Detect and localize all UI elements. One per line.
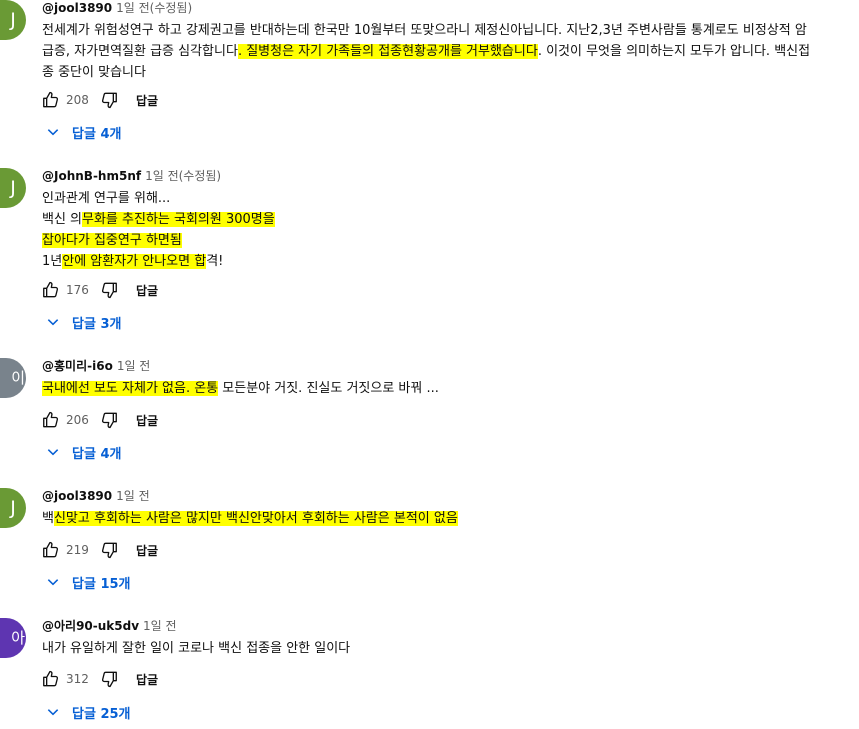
comment-header: @jool3890 1일 전 bbox=[42, 488, 852, 504]
like-icon[interactable] bbox=[40, 540, 60, 560]
dislike-icon[interactable] bbox=[100, 280, 120, 300]
chevron-down-icon bbox=[46, 445, 60, 459]
highlighted-text: 잡아다가 집중연구 하면됨 bbox=[42, 233, 182, 248]
view-replies-button[interactable]: 답글 3개 bbox=[46, 310, 121, 334]
author-handle[interactable]: @아리90-uk5dv bbox=[42, 619, 139, 633]
replies-count-label: 답글 25개 bbox=[72, 706, 131, 722]
comment-header: @jool3890 1일 전(수정됨) bbox=[42, 0, 852, 16]
comment-timestamp[interactable]: 1일 전 bbox=[143, 619, 177, 633]
text-segment: 급증, 자가면역질환 급증 심각합니다 bbox=[42, 44, 238, 59]
comment-text-line: 잡아다가 집중연구 하면됨 bbox=[42, 230, 852, 251]
comment-timestamp[interactable]: 1일 전 bbox=[116, 489, 150, 503]
comment-text-line: 백신맞고 후회하는 사람은 많지만 백신안맞아서 후회하는 사람은 본적이 없음 bbox=[42, 508, 852, 529]
highlighted-text: 안에 암환자가 안나오면 합 bbox=[62, 254, 207, 269]
replies-count-label: 답글 15개 bbox=[72, 576, 131, 592]
like-count: 206 bbox=[66, 413, 89, 427]
view-replies-button[interactable]: 답글 4개 bbox=[46, 440, 121, 464]
dislike-icon[interactable] bbox=[100, 90, 120, 110]
avatar[interactable]: J bbox=[0, 488, 26, 528]
replies-count-label: 답글 4개 bbox=[72, 126, 122, 142]
comment-text-line: 백신 의무화를 추진하는 국회의원 300명을 bbox=[42, 209, 852, 230]
text-segment: 모든분야 거짓. 진실도 거짓으로 바꿔 ... bbox=[218, 381, 439, 396]
highlighted-text: 신맞고 후회하는 사람은 많지만 백신안맞아서 후회하는 사람은 본적이 없음 bbox=[53, 511, 458, 526]
comment-body: @JohnB-hm5nf 1일 전(수정됨) 인과관계 연구를 위해... 백신 의무… bbox=[42, 168, 852, 272]
comment-actions: 176 답글 bbox=[40, 279, 158, 301]
text-segment: . 이것이 무엇을 의미하는지 모두가 압니다. 백신접 bbox=[537, 44, 811, 59]
chevron-down-icon bbox=[46, 125, 60, 139]
like-icon[interactable] bbox=[40, 410, 60, 430]
chevron-down-icon bbox=[46, 575, 60, 589]
replies-count-label: 답글 3개 bbox=[72, 316, 122, 332]
comment-header: @아리90-uk5dv 1일 전 bbox=[42, 618, 852, 634]
text-segment: 전세계가 위험성연구 하고 강제권고를 반대하는데 한국만 10월부터 또맞으라… bbox=[42, 23, 807, 38]
comment-actions: 219 답글 bbox=[40, 539, 158, 561]
comment-text: 내가 유일하게 잘한 일이 코로나 백신 접종을 안한 일이다 bbox=[42, 638, 852, 659]
comment-text-line: 종 중단이 맞습니다 bbox=[42, 62, 852, 83]
comment-text-line: 전세계가 위험성연구 하고 강제권고를 반대하는데 한국만 10월부터 또맞으라… bbox=[42, 20, 852, 41]
like-icon[interactable] bbox=[40, 669, 60, 689]
dislike-icon[interactable] bbox=[100, 669, 120, 689]
comment-timestamp[interactable]: 1일 전(수정됨) bbox=[145, 169, 221, 183]
view-replies-button[interactable]: 답글 4개 bbox=[46, 120, 121, 144]
text-segment: 인과관계 연구를 위해... bbox=[42, 191, 171, 206]
like-count: 312 bbox=[66, 672, 89, 686]
comment-body: @jool3890 1일 전(수정됨) 전세계가 위험성연구 하고 강제권고를 반대… bbox=[42, 0, 852, 83]
author-handle[interactable]: @홍미리-i6o bbox=[42, 359, 113, 373]
author-handle[interactable]: @jool3890 bbox=[42, 489, 112, 503]
chevron-down-icon bbox=[46, 705, 60, 719]
author-handle[interactable]: @JohnB-hm5nf bbox=[42, 169, 141, 183]
reply-button[interactable]: 답글 bbox=[136, 412, 158, 429]
like-count: 219 bbox=[66, 543, 89, 557]
comment-actions: 208 답글 bbox=[40, 89, 158, 111]
chevron-down-icon bbox=[46, 315, 60, 329]
text-segment: 백신 의 bbox=[42, 212, 83, 227]
text-segment: 내가 유일하게 잘한 일이 코로나 백신 접종을 안한 일이다 bbox=[42, 641, 351, 656]
comment-timestamp[interactable]: 1일 전 bbox=[117, 359, 151, 373]
comment-header: @JohnB-hm5nf 1일 전(수정됨) bbox=[42, 168, 852, 184]
text-segment: 격! bbox=[206, 254, 224, 269]
comment-text: 국내에선 보도 자체가 없음. 온통 모든분야 거짓. 진실도 거짓으로 바꿔 … bbox=[42, 378, 852, 399]
comment-actions: 206 답글 bbox=[40, 409, 158, 431]
comment-text-line: 1년안에 암환자가 안나오면 합격! bbox=[42, 251, 852, 272]
like-icon[interactable] bbox=[40, 280, 60, 300]
comment-body: @홍미리-i6o 1일 전국내에선 보도 자체가 없음. 온통 모든분야 거짓. … bbox=[42, 358, 852, 399]
view-replies-button[interactable]: 답글 25개 bbox=[46, 700, 131, 724]
comment-text: 백신맞고 후회하는 사람은 많지만 백신안맞아서 후회하는 사람은 본적이 없음 bbox=[42, 508, 852, 529]
dislike-icon[interactable] bbox=[100, 540, 120, 560]
text-segment: 백 bbox=[42, 511, 54, 526]
avatar[interactable]: J bbox=[0, 168, 26, 208]
avatar[interactable]: J bbox=[0, 0, 26, 40]
comment-header: @홍미리-i6o 1일 전 bbox=[42, 358, 852, 374]
comment-text-line: 국내에선 보도 자체가 없음. 온통 모든분야 거짓. 진실도 거짓으로 바꿔 … bbox=[42, 378, 852, 399]
reply-button[interactable]: 답글 bbox=[136, 282, 158, 299]
like-count: 208 bbox=[66, 93, 89, 107]
highlighted-text: . 질병청은 자기 가족들의 접종현황공개를 거부했습니다 bbox=[237, 44, 538, 59]
comment-body: @jool3890 1일 전백신맞고 후회하는 사람은 많지만 백신안맞아서 후회… bbox=[42, 488, 852, 529]
text-segment: 1년 bbox=[42, 254, 63, 269]
reply-button[interactable]: 답글 bbox=[136, 542, 158, 559]
replies-count-label: 답글 4개 bbox=[72, 446, 122, 462]
like-count: 176 bbox=[66, 283, 89, 297]
author-handle[interactable]: @jool3890 bbox=[42, 1, 112, 15]
avatar[interactable]: 아리 bbox=[0, 618, 26, 658]
text-segment: 종 중단이 맞습니다 bbox=[42, 65, 146, 80]
comment-actions: 312 답글 bbox=[40, 668, 158, 690]
reply-button[interactable]: 답글 bbox=[136, 92, 158, 109]
dislike-icon[interactable] bbox=[100, 410, 120, 430]
comment-text-line: 인과관계 연구를 위해... bbox=[42, 188, 852, 209]
like-icon[interactable] bbox=[40, 90, 60, 110]
comment-timestamp[interactable]: 1일 전(수정됨) bbox=[116, 1, 192, 15]
highlighted-text: 국내에선 보도 자체가 없음. 온통 bbox=[42, 381, 219, 396]
comment-text: 인과관계 연구를 위해... 백신 의무화를 추진하는 국회의원 300명을 잡아… bbox=[42, 188, 852, 272]
comment-text-line: 급증, 자가면역질환 급증 심각합니다. 질병청은 자기 가족들의 접종현황공개… bbox=[42, 41, 852, 62]
comment-text-line: 내가 유일하게 잘한 일이 코로나 백신 접종을 안한 일이다 bbox=[42, 638, 852, 659]
avatar[interactable]: 이리 bbox=[0, 358, 26, 398]
reply-button[interactable]: 답글 bbox=[136, 671, 158, 688]
comment-text: 전세계가 위험성연구 하고 강제권고를 반대하는데 한국만 10월부터 또맞으라… bbox=[42, 20, 852, 83]
view-replies-button[interactable]: 답글 15개 bbox=[46, 570, 131, 594]
highlighted-text: 무화를 추진하는 국회의원 300명을 bbox=[82, 212, 275, 227]
comment-body: @아리90-uk5dv 1일 전내가 유일하게 잘한 일이 코로나 백신 접종을 … bbox=[42, 618, 852, 659]
